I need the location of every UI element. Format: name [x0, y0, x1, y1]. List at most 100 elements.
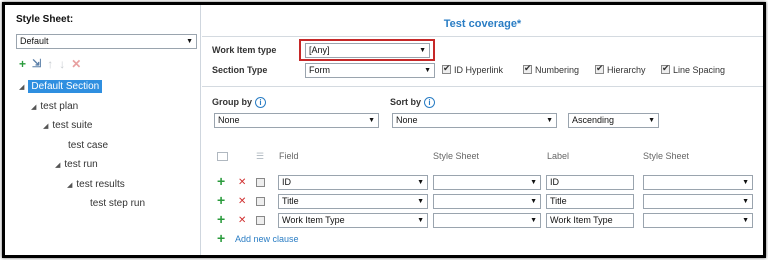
chevron-down-icon: ▼	[530, 198, 537, 205]
group-by-label: Group by i	[212, 97, 266, 109]
field-select-value: Work Item Type	[282, 215, 345, 225]
chevron-down-icon: ▼	[368, 117, 375, 124]
chevron-down-icon: ▼	[742, 217, 749, 224]
numbering-label: Numbering	[535, 65, 580, 75]
tree-item-label: test suite	[52, 120, 93, 131]
column-header-style-sheet-2: Style Sheet	[643, 151, 690, 161]
label-input[interactable]: Work Item Type	[546, 213, 634, 228]
collapse-triangle-icon[interactable]: ◢	[43, 123, 48, 130]
field-select[interactable]: Work Item Type ▼	[278, 213, 428, 228]
label-input[interactable]: ID	[546, 175, 634, 190]
field-select[interactable]: ID ▼	[278, 175, 428, 190]
tree-item-label: test plan	[40, 101, 79, 112]
move-up-icon[interactable]: ↑	[47, 58, 53, 70]
sort-order-select[interactable]: Ascending ▼	[568, 113, 659, 128]
group-by-text: Group by	[212, 97, 252, 107]
tree-item-default-section[interactable]: ◢ Default Section	[19, 80, 103, 93]
style-sheet-select-value: Default	[20, 36, 49, 46]
work-item-type-label: Work Item type	[212, 45, 277, 55]
tree-item-label: Default Section	[28, 80, 103, 93]
field-select[interactable]: Title ▼	[278, 194, 428, 209]
tree-item-test-case[interactable]: test case	[68, 140, 108, 151]
tree-item-label: test run	[64, 159, 98, 170]
divider	[202, 36, 763, 37]
chevron-down-icon: ▼	[424, 67, 431, 74]
hierarchy-checkbox[interactable]	[595, 63, 604, 74]
add-row-icon[interactable]: +	[217, 193, 225, 207]
work-item-type-value: [Any]	[309, 45, 330, 55]
delete-section-icon[interactable]: ✕	[71, 58, 81, 70]
group-by-select[interactable]: None ▼	[214, 113, 379, 128]
numbering-checkbox[interactable]	[523, 63, 532, 74]
divider	[202, 86, 763, 87]
section-type-select[interactable]: Form ▼	[305, 63, 435, 78]
work-item-type-select[interactable]: [Any] ▼	[305, 43, 430, 58]
add-column-header-icon	[217, 152, 228, 161]
list-header-icon: ☰	[256, 151, 265, 161]
chevron-down-icon: ▼	[186, 38, 193, 45]
sort-by-select[interactable]: None ▼	[392, 113, 557, 128]
line-spacing-checkbox[interactable]	[661, 63, 670, 74]
hierarchy-label: Hierarchy	[607, 65, 646, 75]
style-sheet-select[interactable]: ▼	[433, 175, 541, 190]
style-sheet-heading: Style Sheet:	[16, 14, 74, 25]
move-down-icon[interactable]: ↓	[59, 58, 65, 70]
style-sheet-select[interactable]: ▼	[433, 213, 541, 228]
label-input[interactable]: Title	[546, 194, 634, 209]
tree-item-label: test results	[76, 179, 125, 190]
sort-order-value: Ascending	[572, 115, 615, 125]
tree-item-test-results[interactable]: ◢ test results	[67, 179, 125, 190]
sort-by-text: Sort by	[390, 97, 422, 107]
chevron-down-icon: ▼	[742, 179, 749, 186]
info-icon[interactable]: i	[255, 97, 266, 109]
collapse-triangle-icon[interactable]: ◢	[67, 182, 72, 189]
delete-row-icon[interactable]: ✕	[238, 177, 246, 189]
section-type-value: Form	[309, 65, 330, 75]
collapse-triangle-icon[interactable]: ◢	[19, 84, 24, 91]
label-style-sheet-select[interactable]: ▼	[643, 175, 753, 190]
collapse-triangle-icon[interactable]: ◢	[55, 162, 60, 169]
row-checkbox[interactable]	[256, 216, 265, 225]
id-hyperlink-label: ID Hyperlink	[454, 65, 504, 75]
tree-item-test-suite[interactable]: ◢ test suite	[43, 120, 92, 131]
chevron-down-icon: ▼	[417, 198, 424, 205]
tree-item-test-plan[interactable]: ◢ test plan	[31, 101, 78, 112]
style-sheet-select[interactable]: Default ▼	[16, 34, 197, 49]
row-checkbox[interactable]	[256, 197, 265, 206]
info-icon[interactable]: i	[424, 97, 436, 109]
page-title: Test coverage*	[443, 18, 522, 30]
add-row-icon[interactable]: +	[217, 212, 225, 226]
add-new-clause-link[interactable]: Add new clause	[235, 234, 299, 244]
sort-by-label: Sort by i	[390, 97, 436, 109]
add-row-icon[interactable]: +	[217, 174, 225, 188]
section-type-label: Section Type	[212, 65, 268, 75]
chevron-down-icon: ▼	[417, 217, 424, 224]
label-style-sheet-select[interactable]: ▼	[643, 213, 753, 228]
app-window: Style Sheet: Default ▼ + ⇲ ↑ ↓ ✕ ◢ Defaul…	[2, 2, 766, 258]
column-header-style-sheet: Style Sheet	[433, 151, 480, 161]
tree-item-label: test step run	[90, 198, 146, 209]
add-clause-icon[interactable]: +	[217, 231, 225, 245]
tree-item-test-run[interactable]: ◢ test run	[55, 159, 98, 170]
move-section-icon[interactable]: ⇲	[32, 58, 41, 70]
collapse-triangle-icon[interactable]: ◢	[31, 104, 36, 111]
chevron-down-icon: ▼	[419, 47, 426, 54]
chevron-down-icon: ▼	[530, 217, 537, 224]
row-checkbox[interactable]	[256, 178, 265, 187]
id-hyperlink-checkbox[interactable]	[442, 63, 451, 74]
field-select-value: Title	[282, 196, 299, 206]
style-sheet-panel: Style Sheet: Default ▼ + ⇲ ↑ ↓ ✕ ◢ Defaul…	[5, 5, 201, 255]
tree-item-test-step-run[interactable]: test step run	[90, 198, 145, 209]
delete-row-icon[interactable]: ✕	[238, 215, 246, 227]
add-section-icon[interactable]: +	[19, 58, 26, 70]
chevron-down-icon: ▼	[546, 117, 553, 124]
field-select-value: ID	[282, 177, 291, 187]
label-style-sheet-select[interactable]: ▼	[643, 194, 753, 209]
delete-row-icon[interactable]: ✕	[238, 196, 246, 208]
section-editor: Test coverage* Work Item type [Any] ▼ Se…	[202, 5, 763, 255]
column-header-field: Field	[279, 151, 299, 161]
line-spacing-label: Line Spacing	[673, 65, 726, 75]
chevron-down-icon: ▼	[417, 179, 424, 186]
sort-by-value: None	[396, 115, 418, 125]
style-sheet-select[interactable]: ▼	[433, 194, 541, 209]
